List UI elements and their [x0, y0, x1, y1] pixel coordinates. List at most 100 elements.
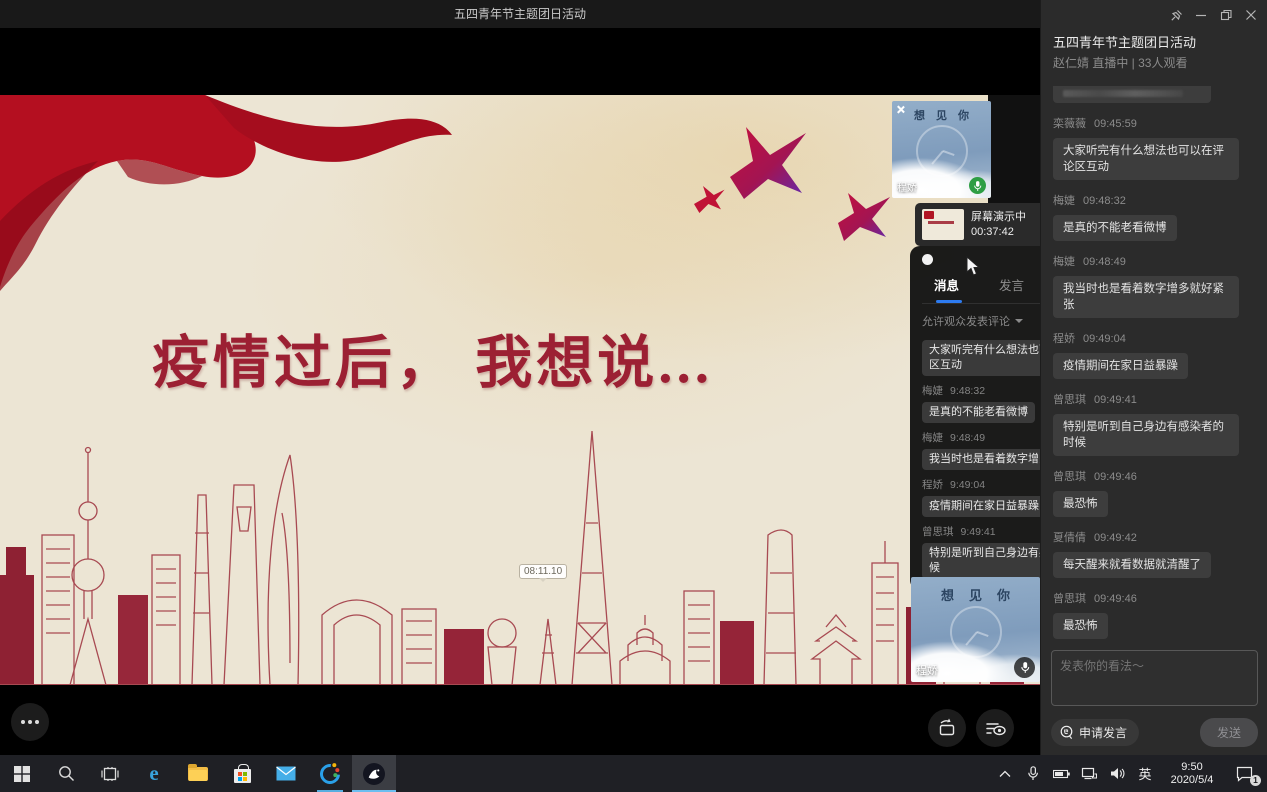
chat-message: 夏倩倩09:49:42 每天醒来就看数据就清醒了: [1053, 529, 1258, 578]
message-time: 09:48:49: [1083, 256, 1126, 268]
speaker-icon: [1110, 767, 1125, 780]
chevron-down-icon: [1015, 319, 1023, 327]
edge-icon: e: [149, 761, 158, 786]
clock-date: 2020/5/4: [1161, 774, 1223, 787]
edge-browser-button[interactable]: e: [132, 755, 176, 792]
sender-name: 梅婕: [1053, 195, 1075, 207]
participant-name-label: 程娇: [916, 662, 938, 678]
sender-name: 程娇: [1053, 333, 1075, 345]
tencent-app-button[interactable]: [308, 755, 352, 792]
message-bubble: 疫情期间在家日益暴躁: [1053, 353, 1188, 379]
viewer-list-button[interactable]: [976, 709, 1014, 747]
windows-taskbar: e: [0, 755, 1267, 792]
notification-badge: 1: [1250, 775, 1261, 786]
close-icon[interactable]: [1243, 7, 1259, 23]
network-status-button[interactable]: [1077, 755, 1101, 792]
taskbar-search-button[interactable]: [44, 755, 88, 792]
microphone-muted-icon: [1014, 657, 1035, 678]
video-tile-bottom[interactable]: 想见你 程娇: [911, 577, 1040, 682]
poster-clock-art: [950, 606, 1002, 658]
mail-icon: [276, 766, 296, 781]
chat-message-list[interactable]: 栾薇薇 09:45:59 大家听完有什么想法也可以在评论区互动 梅婕 09:48:3…: [1053, 86, 1258, 646]
poster-title: 想见你: [892, 107, 991, 123]
sender-name: 梅婕: [1053, 256, 1075, 268]
rotate-icon: [936, 717, 958, 739]
city-skyline-art: [0, 423, 1040, 685]
volume-button[interactable]: [1105, 755, 1129, 792]
message-time: 9:49:04: [950, 479, 985, 491]
red-flag-art: [0, 95, 470, 335]
message-time: 9:48:32: [950, 385, 985, 397]
search-icon: [58, 765, 75, 782]
sender-name: 栾薇薇: [1053, 118, 1086, 130]
tab-speak[interactable]: 发言: [999, 275, 1024, 303]
rotate-view-button[interactable]: [928, 709, 966, 747]
meeting-app-button[interactable]: [352, 755, 396, 792]
sender-name: 梅婕: [922, 432, 943, 444]
message-time: 09:49:41: [1094, 394, 1137, 406]
file-explorer-button[interactable]: [176, 755, 220, 792]
battery-status-button[interactable]: [1049, 755, 1073, 792]
folder-icon: [188, 767, 208, 781]
start-button[interactable]: [0, 755, 44, 792]
tencent-app-icon: [316, 759, 344, 787]
message-time: 09:45:59: [1094, 118, 1137, 130]
chat-message: 梅婕09:48:32 是真的不能老看微博: [1053, 192, 1258, 241]
tab-messages[interactable]: 消息: [934, 275, 959, 303]
chat-message: 栾薇薇 09:45:59 大家听完有什么想法也可以在评论区互动: [1053, 115, 1258, 180]
window-controls: [1168, 7, 1259, 23]
close-video-icon[interactable]: [896, 105, 905, 114]
ellipsis-icon: [28, 720, 32, 724]
pin-icon[interactable]: [1168, 7, 1184, 23]
restore-icon[interactable]: [1218, 7, 1234, 23]
main-window-titlebar: 五四青年节主题团日活动: [0, 0, 1040, 28]
message-time: 09:49:04: [1083, 333, 1126, 345]
ime-indicator[interactable]: 英: [1133, 755, 1157, 792]
mail-app-button[interactable]: [264, 755, 308, 792]
clipped-message-bubble: [1053, 86, 1211, 103]
message-time: 9:48:49: [950, 432, 985, 444]
sender-name: 曾思琪: [1053, 471, 1086, 483]
host-live-status: 赵仁婧 直播中 | 33人观看: [1053, 54, 1187, 71]
minimize-icon[interactable]: [1193, 7, 1209, 23]
chevron-up-icon: [999, 770, 1011, 778]
send-button[interactable]: 发送: [1200, 718, 1258, 747]
drag-handle-dot[interactable]: [922, 254, 933, 265]
show-hidden-icons-button[interactable]: [993, 755, 1017, 792]
chat-message: 曾思琪 09:49:41 特别是听到自己身边有感染者的时候: [1053, 391, 1258, 456]
microsoft-store-button[interactable]: [220, 755, 264, 792]
message-time: 09:49:42: [1094, 532, 1137, 544]
chat-message: 梅婕 09:48:49 我当时也是看着数字增多就好紧张: [1053, 253, 1258, 318]
screen-share-indicator[interactable]: 屏幕演示中 00:37:42: [915, 203, 1040, 246]
sender-name: 梅婕: [922, 385, 943, 397]
request-speak-button[interactable]: 申请发言: [1051, 719, 1139, 746]
store-bag-icon: [234, 769, 251, 783]
video-tile-top[interactable]: 想见你 程娇: [892, 101, 991, 198]
taskbar-clock[interactable]: 9:50 2020/5/4: [1161, 761, 1223, 787]
chat-message: 曾思琪09:49:46 最恐怖: [1053, 590, 1258, 639]
task-view-icon: [101, 766, 119, 782]
message-bubble: 大家听完有什么想法也可以在评论区互动: [1053, 138, 1239, 180]
message-time: 09:48:32: [1083, 195, 1126, 207]
comment-input[interactable]: [1051, 650, 1258, 706]
message-time: 09:49:46: [1094, 593, 1137, 605]
message-bubble: 最恐怖: [1053, 491, 1108, 517]
message-bubble: 疫情期间在家日益暴躁: [922, 496, 1046, 517]
message-bubble: 我当时也是看着数字增多就好紧张: [1053, 276, 1239, 318]
main-window-title: 五四青年节主题团日活动: [454, 7, 586, 21]
message-bubble: 特别是听到自己身边有感染者的时候: [1053, 414, 1239, 456]
action-center-button[interactable]: 1: [1227, 755, 1261, 792]
list-eye-icon: [984, 717, 1006, 739]
sender-name: 曾思琪: [1053, 394, 1086, 406]
tray-microphone-button[interactable]: [1021, 755, 1045, 792]
task-view-button[interactable]: [88, 755, 132, 792]
chat-sidebar: 五四青年节主题团日活动 赵仁婧 直播中 | 33人观看 栾薇薇09:45:59 …: [1040, 0, 1267, 755]
sender-name: 曾思琪: [922, 526, 954, 538]
meeting-app-icon: [363, 763, 385, 785]
poster-title: 想见你: [911, 585, 1040, 604]
clock-time: 9:50: [1161, 761, 1223, 774]
desktop-screen: 五四青年节主题团日活动 疫情过后， 我想说... 08:11.10: [0, 0, 1267, 792]
composer-actions: 申请发言 发送: [1051, 718, 1258, 747]
shared-slide: 疫情过后， 我想说... 08:11.10: [0, 95, 1040, 685]
more-options-button[interactable]: [11, 703, 49, 741]
